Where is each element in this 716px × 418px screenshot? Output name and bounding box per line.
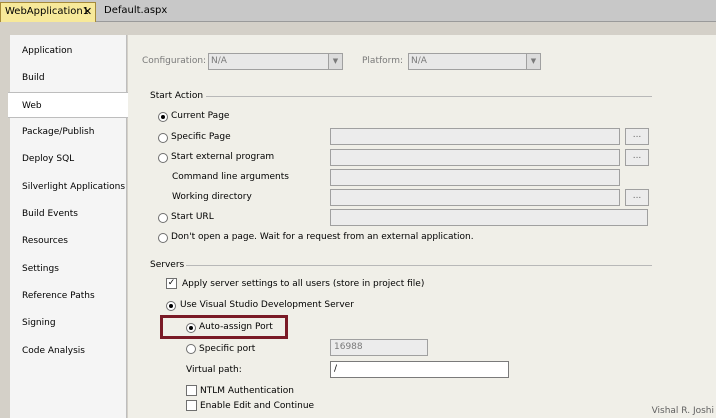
working-dir-label: Working directory xyxy=(172,192,252,202)
sidebar-item-resources[interactable]: Resources xyxy=(10,228,127,254)
dont-open-label: Don't open a page. Wait for a request fr… xyxy=(171,232,474,242)
tab-label: Default.aspx xyxy=(104,5,168,16)
external-program-input[interactable] xyxy=(330,149,620,166)
platform-label: Platform: xyxy=(362,56,403,66)
edit-continue-label: Enable Edit and Continue xyxy=(200,401,315,411)
apply-all-users-checkbox[interactable]: ✓ xyxy=(166,278,177,289)
external-program-browse-button[interactable]: ... xyxy=(625,149,649,166)
specific-page-input[interactable] xyxy=(330,128,620,145)
sidebar-item-web[interactable]: Web xyxy=(8,92,128,118)
document-tab-bar: WebApplication1 ✕ Default.aspx xyxy=(0,0,716,22)
specific-page-browse-button[interactable]: ... xyxy=(625,128,649,145)
dont-open-radio[interactable] xyxy=(158,233,168,243)
sidebar-item-application[interactable]: Application xyxy=(10,38,127,64)
chevron-down-icon: ▼ xyxy=(526,54,540,69)
sidebar-item-reference-paths[interactable]: Reference Paths xyxy=(10,283,127,309)
close-icon[interactable]: ✕ xyxy=(83,3,92,21)
author-watermark: Vishal R. Joshi xyxy=(651,406,714,416)
start-external-radio[interactable] xyxy=(158,153,168,163)
sidebar-item-silverlight[interactable]: Silverlight Applications xyxy=(10,174,127,200)
property-pages-sidebar: Application Build Web Package/Publish De… xyxy=(8,35,128,418)
working-dir-input[interactable] xyxy=(330,189,620,206)
sidebar-item-deploy-sql[interactable]: Deploy SQL xyxy=(10,146,127,172)
platform-value: N/A xyxy=(411,56,427,66)
auto-assign-port-label: Auto-assign Port xyxy=(199,322,273,332)
use-vs-dev-server-label: Use Visual Studio Development Server xyxy=(180,300,354,310)
start-url-radio[interactable] xyxy=(158,213,168,223)
sidebar-item-signing[interactable]: Signing xyxy=(10,310,127,336)
tab-webapplication1[interactable]: WebApplication1 ✕ xyxy=(0,2,96,22)
configuration-value: N/A xyxy=(211,56,227,66)
platform-dropdown[interactable]: N/A ▼ xyxy=(408,53,541,70)
sidebar-item-build[interactable]: Build xyxy=(10,65,127,91)
tab-default-aspx[interactable]: Default.aspx xyxy=(100,2,180,22)
start-url-input[interactable] xyxy=(330,209,648,226)
configuration-label: Configuration: xyxy=(142,56,207,66)
start-action-heading: Start Action xyxy=(150,91,204,101)
virtual-path-input[interactable]: / xyxy=(330,361,509,378)
section-divider xyxy=(206,96,652,97)
current-page-label: Current Page xyxy=(171,111,230,121)
current-page-radio[interactable] xyxy=(158,112,168,122)
specific-port-radio[interactable] xyxy=(186,344,196,354)
specific-port-label: Specific port xyxy=(199,344,256,354)
virtual-path-label: Virtual path: xyxy=(186,365,242,375)
apply-all-users-label: Apply server settings to all users (stor… xyxy=(182,279,425,289)
sidebar-item-build-events[interactable]: Build Events xyxy=(10,201,127,227)
start-external-label: Start external program xyxy=(171,152,275,162)
auto-assign-port-radio[interactable] xyxy=(186,323,196,333)
start-url-label: Start URL xyxy=(171,212,214,222)
sidebar-item-settings[interactable]: Settings xyxy=(10,256,127,282)
use-vs-dev-server-radio[interactable] xyxy=(166,301,176,311)
configuration-dropdown[interactable]: N/A ▼ xyxy=(208,53,343,70)
command-args-label: Command line arguments xyxy=(172,172,289,182)
sidebar-item-code-analysis[interactable]: Code Analysis xyxy=(10,338,127,364)
servers-heading: Servers xyxy=(150,260,185,270)
tab-label: WebApplication1 xyxy=(5,6,90,17)
command-args-input[interactable] xyxy=(330,169,620,186)
ntlm-label: NTLM Authentication xyxy=(200,386,294,396)
ntlm-checkbox[interactable] xyxy=(186,385,197,396)
specific-page-label: Specific Page xyxy=(171,132,231,142)
specific-port-input[interactable]: 16988 xyxy=(330,339,428,356)
edit-continue-checkbox[interactable] xyxy=(186,400,197,411)
chevron-down-icon: ▼ xyxy=(328,54,342,69)
working-dir-browse-button[interactable]: ... xyxy=(625,189,649,206)
section-divider xyxy=(186,265,652,266)
specific-page-radio[interactable] xyxy=(158,133,168,143)
sidebar-item-package-publish[interactable]: Package/Publish xyxy=(10,119,127,145)
